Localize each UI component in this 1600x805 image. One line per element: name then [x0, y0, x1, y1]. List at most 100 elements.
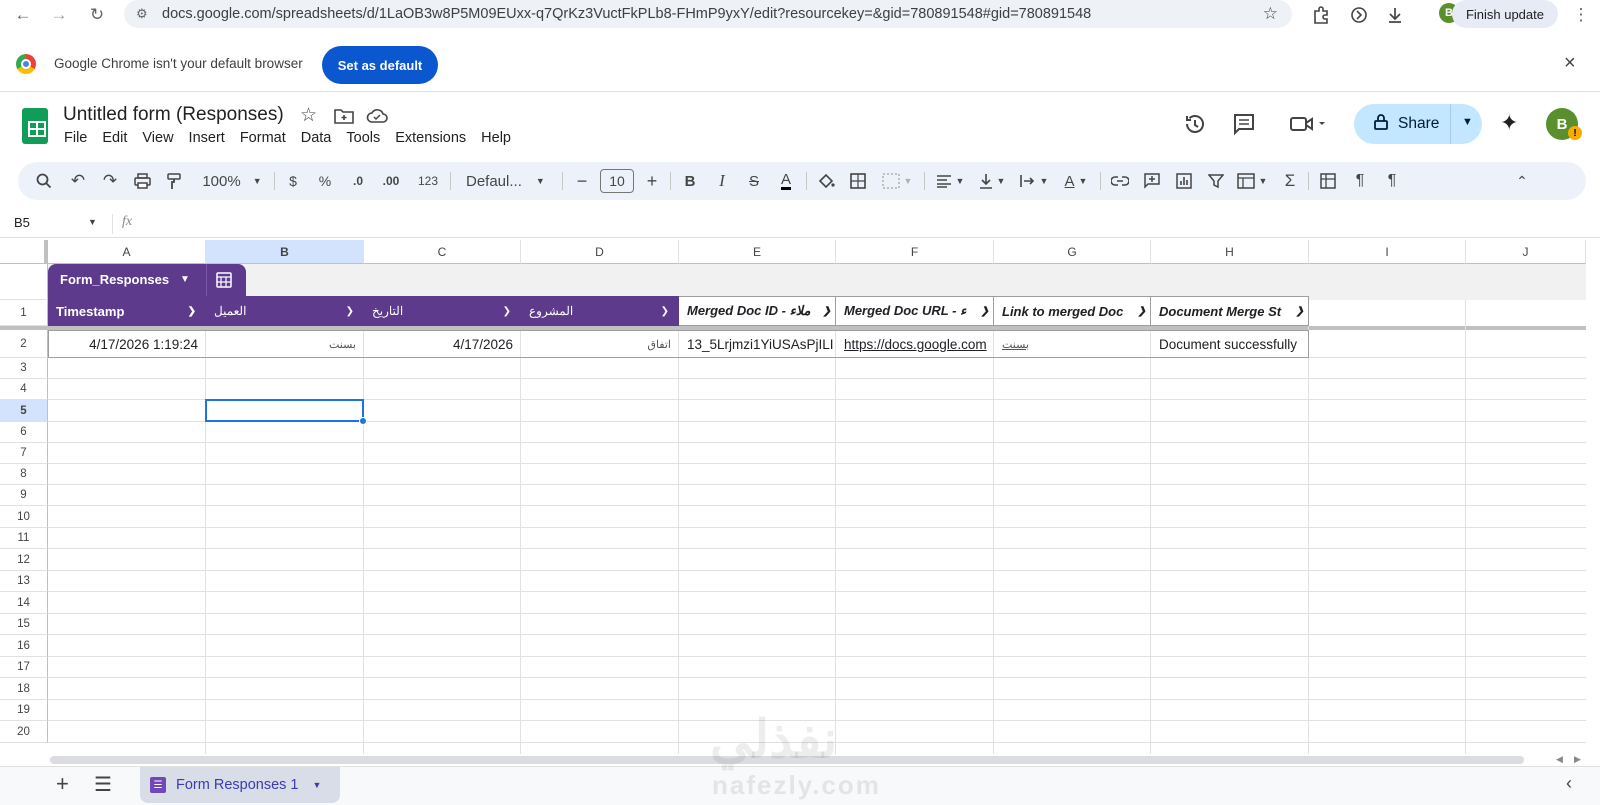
- table-name-chip[interactable]: Form_Responses ▼: [48, 264, 246, 296]
- row-header-6[interactable]: 6: [0, 422, 48, 443]
- bold-button[interactable]: B: [676, 162, 704, 200]
- functions-icon[interactable]: Σ: [1276, 162, 1304, 200]
- row-header-12[interactable]: 12: [0, 549, 48, 571]
- filter-views-icon[interactable]: ▼: [1232, 162, 1272, 200]
- reload-icon[interactable]: ↻: [82, 2, 112, 28]
- formula-input[interactable]: [150, 214, 1550, 234]
- close-infobar-icon[interactable]: ×: [1564, 52, 1576, 75]
- fill-handle[interactable]: [359, 417, 367, 425]
- version-history-icon[interactable]: [1183, 112, 1207, 141]
- font-select[interactable]: Defaul... ▼: [458, 162, 554, 200]
- menu-kebab-icon[interactable]: ⋮: [1566, 2, 1596, 28]
- cell-f2[interactable]: https://docs.google.com: [836, 330, 994, 358]
- add-sheet-icon[interactable]: +: [56, 771, 69, 797]
- percent-format-button[interactable]: %: [312, 162, 338, 200]
- fill-color-icon[interactable]: [812, 162, 840, 200]
- column-header-a[interactable]: A: [48, 240, 206, 264]
- menu-insert[interactable]: Insert: [189, 130, 225, 146]
- extensions-icon[interactable]: [1306, 2, 1336, 28]
- row-header-15[interactable]: 15: [0, 614, 48, 635]
- site-info-icon[interactable]: ⚙: [136, 6, 148, 22]
- table-menu-chevron-icon[interactable]: ▼: [180, 274, 190, 285]
- column-header-g[interactable]: G: [994, 240, 1151, 264]
- gemini-sparkle-icon[interactable]: ✦: [1500, 110, 1518, 136]
- menu-file[interactable]: File: [64, 130, 87, 146]
- performance-icon[interactable]: [1344, 2, 1374, 28]
- column-header-h[interactable]: H: [1151, 240, 1309, 264]
- more-formats-button[interactable]: 123: [412, 162, 444, 200]
- row-header-18[interactable]: 18: [0, 678, 48, 700]
- text-rotation-icon[interactable]: A ▼: [1056, 162, 1096, 200]
- insert-chart-icon[interactable]: [1170, 162, 1198, 200]
- row-header-20[interactable]: 20: [0, 721, 48, 743]
- row-header-3[interactable]: 3: [0, 358, 48, 379]
- rtl-icon[interactable]: ¶: [1378, 162, 1406, 200]
- menu-edit[interactable]: Edit: [102, 130, 127, 146]
- header-cell-project[interactable]: المشروع ❯: [521, 296, 679, 326]
- column-header-e[interactable]: E: [679, 240, 836, 264]
- row-header-8[interactable]: 8: [0, 464, 48, 485]
- finish-update-button[interactable]: Finish update: [1451, 0, 1558, 28]
- horizontal-align-icon[interactable]: ▼: [930, 162, 970, 200]
- strikethrough-icon[interactable]: S: [740, 162, 768, 200]
- header-cell-merged-doc-id[interactable]: Merged Doc ID - ملاء ❯: [679, 296, 836, 326]
- insert-link-icon[interactable]: [1106, 162, 1134, 200]
- row-header-9[interactable]: 9: [0, 485, 48, 506]
- menu-format[interactable]: Format: [240, 130, 286, 146]
- column-chevron-icon[interactable]: ❯: [980, 305, 989, 317]
- column-header-c[interactable]: C: [364, 240, 521, 264]
- freeze-icon[interactable]: [1314, 162, 1342, 200]
- italic-button[interactable]: I: [708, 162, 736, 200]
- forward-arrow-icon[interactable]: →: [44, 2, 74, 28]
- undo-icon[interactable]: ↶: [64, 162, 92, 200]
- sheet-tab-dropdown-icon[interactable]: ▼: [313, 780, 322, 790]
- row-header-5[interactable]: 5: [0, 400, 48, 422]
- column-header-d[interactable]: D: [521, 240, 679, 264]
- column-header-i[interactable]: I: [1309, 240, 1466, 264]
- cell-d2[interactable]: اتفاق: [521, 330, 679, 358]
- row-header-14[interactable]: 14: [0, 592, 48, 614]
- header-cell-document-merge-status[interactable]: Document Merge St ❯: [1151, 296, 1309, 326]
- comments-icon[interactable]: [1232, 112, 1256, 141]
- scroll-right-arrow-icon[interactable]: ▶: [1574, 754, 1581, 765]
- menu-help[interactable]: Help: [481, 130, 511, 146]
- document-title[interactable]: Untitled form (Responses): [63, 104, 284, 126]
- print-icon[interactable]: [128, 162, 156, 200]
- cell-a2[interactable]: 4/17/2026 1:19:24: [48, 330, 206, 358]
- column-chevron-icon[interactable]: ❯: [188, 306, 196, 317]
- menu-extensions[interactable]: Extensions: [395, 130, 466, 146]
- column-chevron-icon[interactable]: ❯: [346, 306, 354, 317]
- star-icon[interactable]: ☆: [300, 104, 317, 127]
- column-header-f[interactable]: F: [836, 240, 994, 264]
- explore-collapse-icon[interactable]: ‹: [1566, 773, 1572, 794]
- name-box[interactable]: B5: [14, 215, 30, 230]
- sheet-tab-form-responses-1[interactable]: ☰ Form Responses 1 ▼: [140, 767, 340, 803]
- text-color-button[interactable]: A: [772, 162, 800, 200]
- paint-format-icon[interactable]: [160, 162, 188, 200]
- name-box-dropdown-icon[interactable]: ▼: [88, 217, 97, 227]
- menu-tools[interactable]: Tools: [346, 130, 380, 146]
- column-chevron-icon[interactable]: ❯: [822, 305, 831, 317]
- move-folder-icon[interactable]: [334, 108, 354, 129]
- row-header-17[interactable]: 17: [0, 657, 48, 678]
- select-all-corner[interactable]: [0, 240, 48, 264]
- share-button[interactable]: Share ▼: [1354, 104, 1482, 144]
- bookmark-star-icon[interactable]: ☆: [1263, 4, 1278, 24]
- row-header-19[interactable]: 19: [0, 700, 48, 721]
- merge-cells-icon[interactable]: ▼: [876, 162, 918, 200]
- filter-icon[interactable]: [1202, 162, 1230, 200]
- insert-comment-icon[interactable]: [1138, 162, 1166, 200]
- cloud-saved-icon[interactable]: [366, 108, 388, 129]
- ltr-icon[interactable]: ¶: [1346, 162, 1374, 200]
- back-arrow-icon[interactable]: ←: [8, 2, 38, 28]
- scroll-left-arrow-icon[interactable]: ◀: [1556, 754, 1563, 765]
- download-icon[interactable]: [1380, 2, 1410, 28]
- vertical-align-icon[interactable]: ▼: [972, 162, 1012, 200]
- collapse-toolbar-icon[interactable]: ⌃: [1508, 162, 1536, 200]
- menu-view[interactable]: View: [142, 130, 173, 146]
- column-header-b[interactable]: B: [206, 240, 364, 264]
- cell-h2[interactable]: Document successfully: [1151, 330, 1309, 358]
- column-chevron-icon[interactable]: ❯: [503, 306, 511, 317]
- all-sheets-icon[interactable]: ☰: [94, 772, 112, 797]
- redo-icon[interactable]: ↷: [96, 162, 124, 200]
